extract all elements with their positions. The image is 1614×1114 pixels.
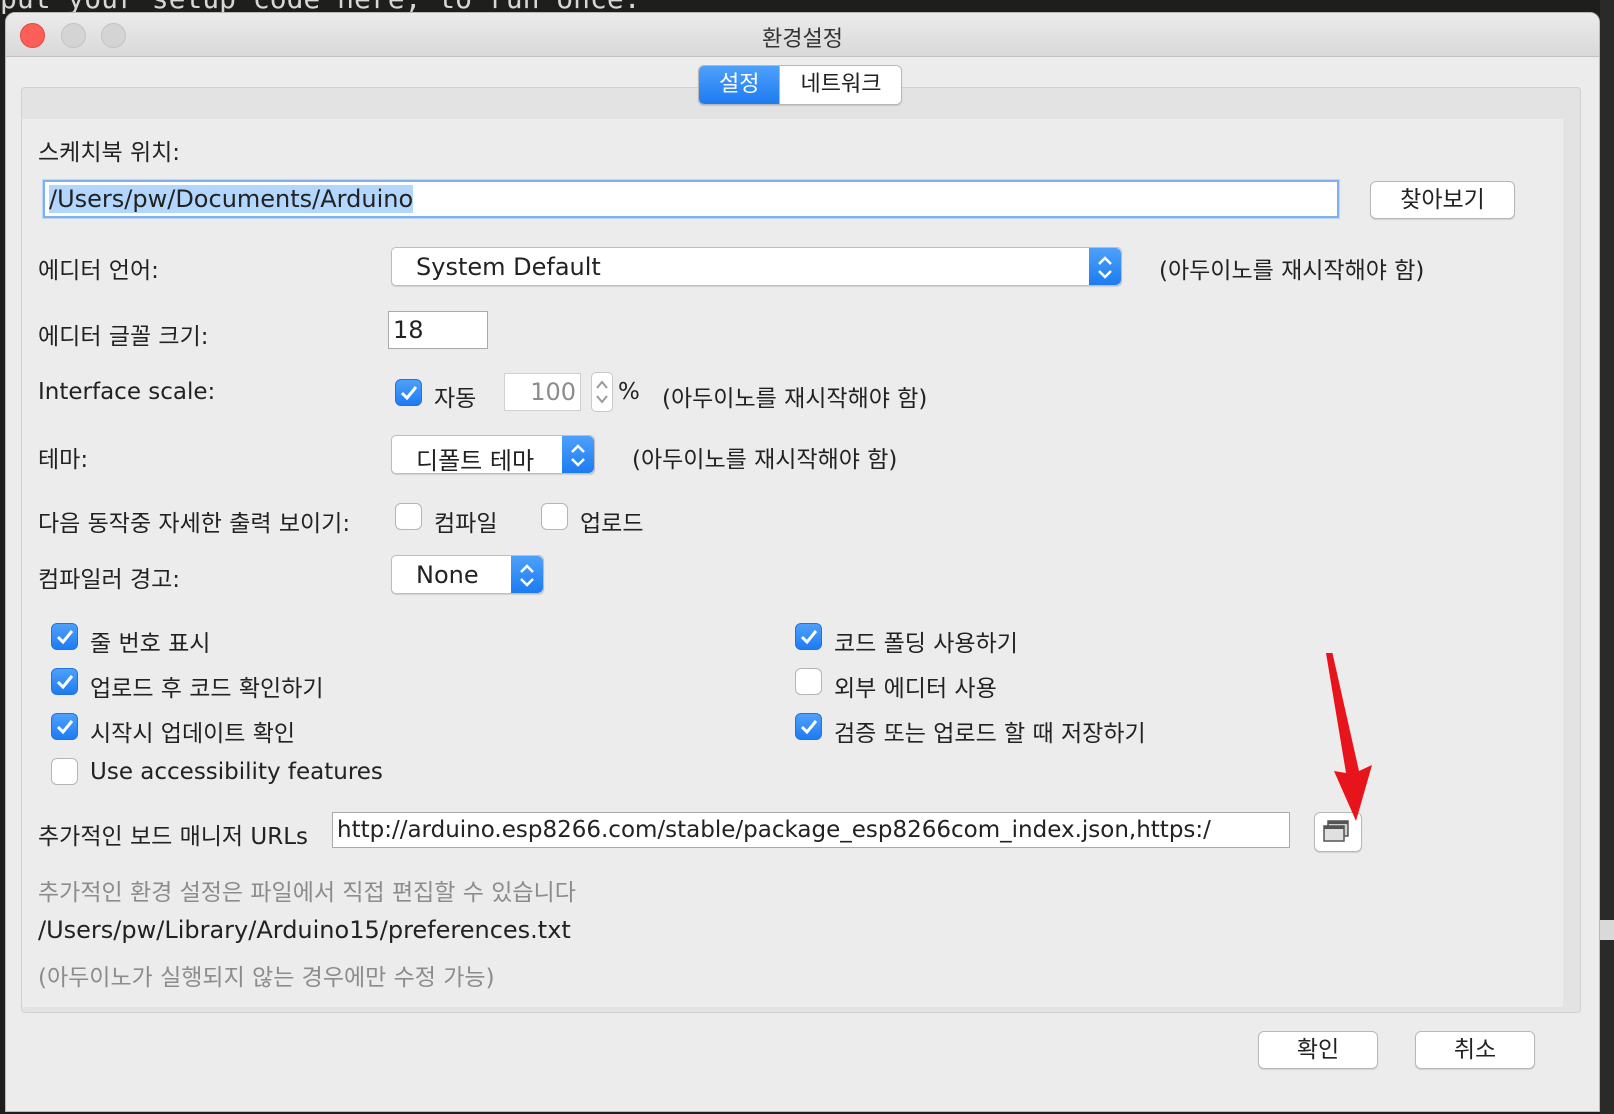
board-urls-label: 추가적인 보드 매니저 URLs [38,824,308,850]
auto-scale-label: 자동 [434,386,477,412]
percent-sign: % [618,379,640,405]
scale-stepper[interactable] [591,372,613,412]
background-editor-edge [1600,0,1614,1114]
scale-percent-input[interactable]: 100 [504,373,581,411]
window-title: 환경설정 [762,27,843,52]
preferences-file-path: /Users/pw/Library/Arduino15/preferences.… [38,916,571,944]
theme-value: 디폴트 테마 [416,447,535,475]
checkmark-icon [56,630,74,645]
tab-bar: 설정 네트워크 [698,65,903,105]
browse-button[interactable]: 찾아보기 [1370,181,1515,219]
checkmark-icon [56,675,74,690]
theme-label: 테마: [38,447,89,473]
show-line-numbers-label: 줄 번호 표시 [90,631,211,657]
title-bar[interactable]: 환경설정 [6,13,1599,57]
external-editor-label: 외부 에디터 사용 [834,676,997,702]
editor-language-select[interactable]: System Default [391,247,1122,286]
check-updates-label: 시작시 업데이트 확인 [90,721,296,747]
editor-language-label: 에디터 언어: [38,258,159,284]
checkmark-icon [56,720,74,735]
checkmark-icon [400,386,418,401]
code-folding-checkbox[interactable] [795,623,822,650]
verbose-upload-checkbox[interactable] [541,503,568,530]
sketchbook-label: 스케치북 위치: [38,140,181,166]
save-on-verify-checkbox[interactable] [795,713,822,740]
code-folding-label: 코드 폴딩 사용하기 [834,631,1018,657]
checkmark-icon [800,720,818,735]
verbose-output-label: 다음 동작중 자세한 출력 보이기: [38,511,351,537]
show-line-numbers-checkbox[interactable] [51,623,78,650]
sketchbook-path-text: /Users/pw/Documents/Arduino [49,185,414,213]
font-size-input[interactable]: 18 [388,311,488,349]
board-urls-input[interactable]: http://arduino.esp8266.com/stable/packag… [332,812,1290,848]
scale-restart-note: (아두이노를 재시작해야 함) [662,386,928,412]
compiler-warnings-label: 컴파일러 경고: [38,567,181,593]
sketchbook-path-input[interactable]: /Users/pw/Documents/Arduino [43,180,1339,218]
accessibility-checkbox[interactable] [51,758,78,785]
select-arrows-icon [511,556,543,593]
select-arrows-icon [1089,248,1121,285]
font-size-label: 에디터 글꼴 크기: [38,324,209,350]
more-preferences-note: 추가적인 환경 설정은 파일에서 직접 편집할 수 있습니다 [38,880,576,906]
language-restart-note: (아두이노를 재시작해야 함) [1159,258,1425,284]
verbose-compile-label: 컴파일 [434,511,498,537]
preferences-window: 환경설정 설정 네트워크 스케치북 위치: /Users/pw/Document… [5,12,1600,1112]
auto-scale-checkbox[interactable] [395,379,422,406]
interface-scale-label: Interface scale: [38,379,216,405]
verify-after-upload-checkbox[interactable] [51,668,78,695]
stepper-arrows-icon [596,380,608,404]
ok-button[interactable]: 확인 [1258,1031,1378,1069]
cancel-button[interactable]: 취소 [1415,1031,1535,1069]
verbose-upload-label: 업로드 [580,511,644,537]
theme-restart-note: (아두이노를 재시작해야 함) [632,447,898,473]
save-on-verify-label: 검증 또는 업로드 할 때 저장하기 [834,721,1146,747]
compiler-warnings-value: None [416,561,479,589]
annotation-arrow-icon [1326,653,1372,821]
accessibility-label: Use accessibility features [90,759,383,785]
theme-select[interactable]: 디폴트 테마 [391,435,595,475]
editor-language-value: System Default [416,253,601,281]
tab-settings[interactable]: 설정 [699,66,780,104]
compiler-warnings-select[interactable]: None [391,555,544,594]
tab-network[interactable]: 네트워크 [779,66,902,104]
edit-restriction-note: (아두이노가 실행되지 않는 경우에만 수정 가능) [38,965,495,991]
external-editor-checkbox[interactable] [795,668,822,695]
check-updates-checkbox[interactable] [51,713,78,740]
verify-after-upload-label: 업로드 후 코드 확인하기 [90,676,324,702]
verbose-compile-checkbox[interactable] [395,503,422,530]
checkmark-icon [800,630,818,645]
background-editor-edge-light [1600,920,1614,940]
select-arrows-icon [562,436,594,473]
